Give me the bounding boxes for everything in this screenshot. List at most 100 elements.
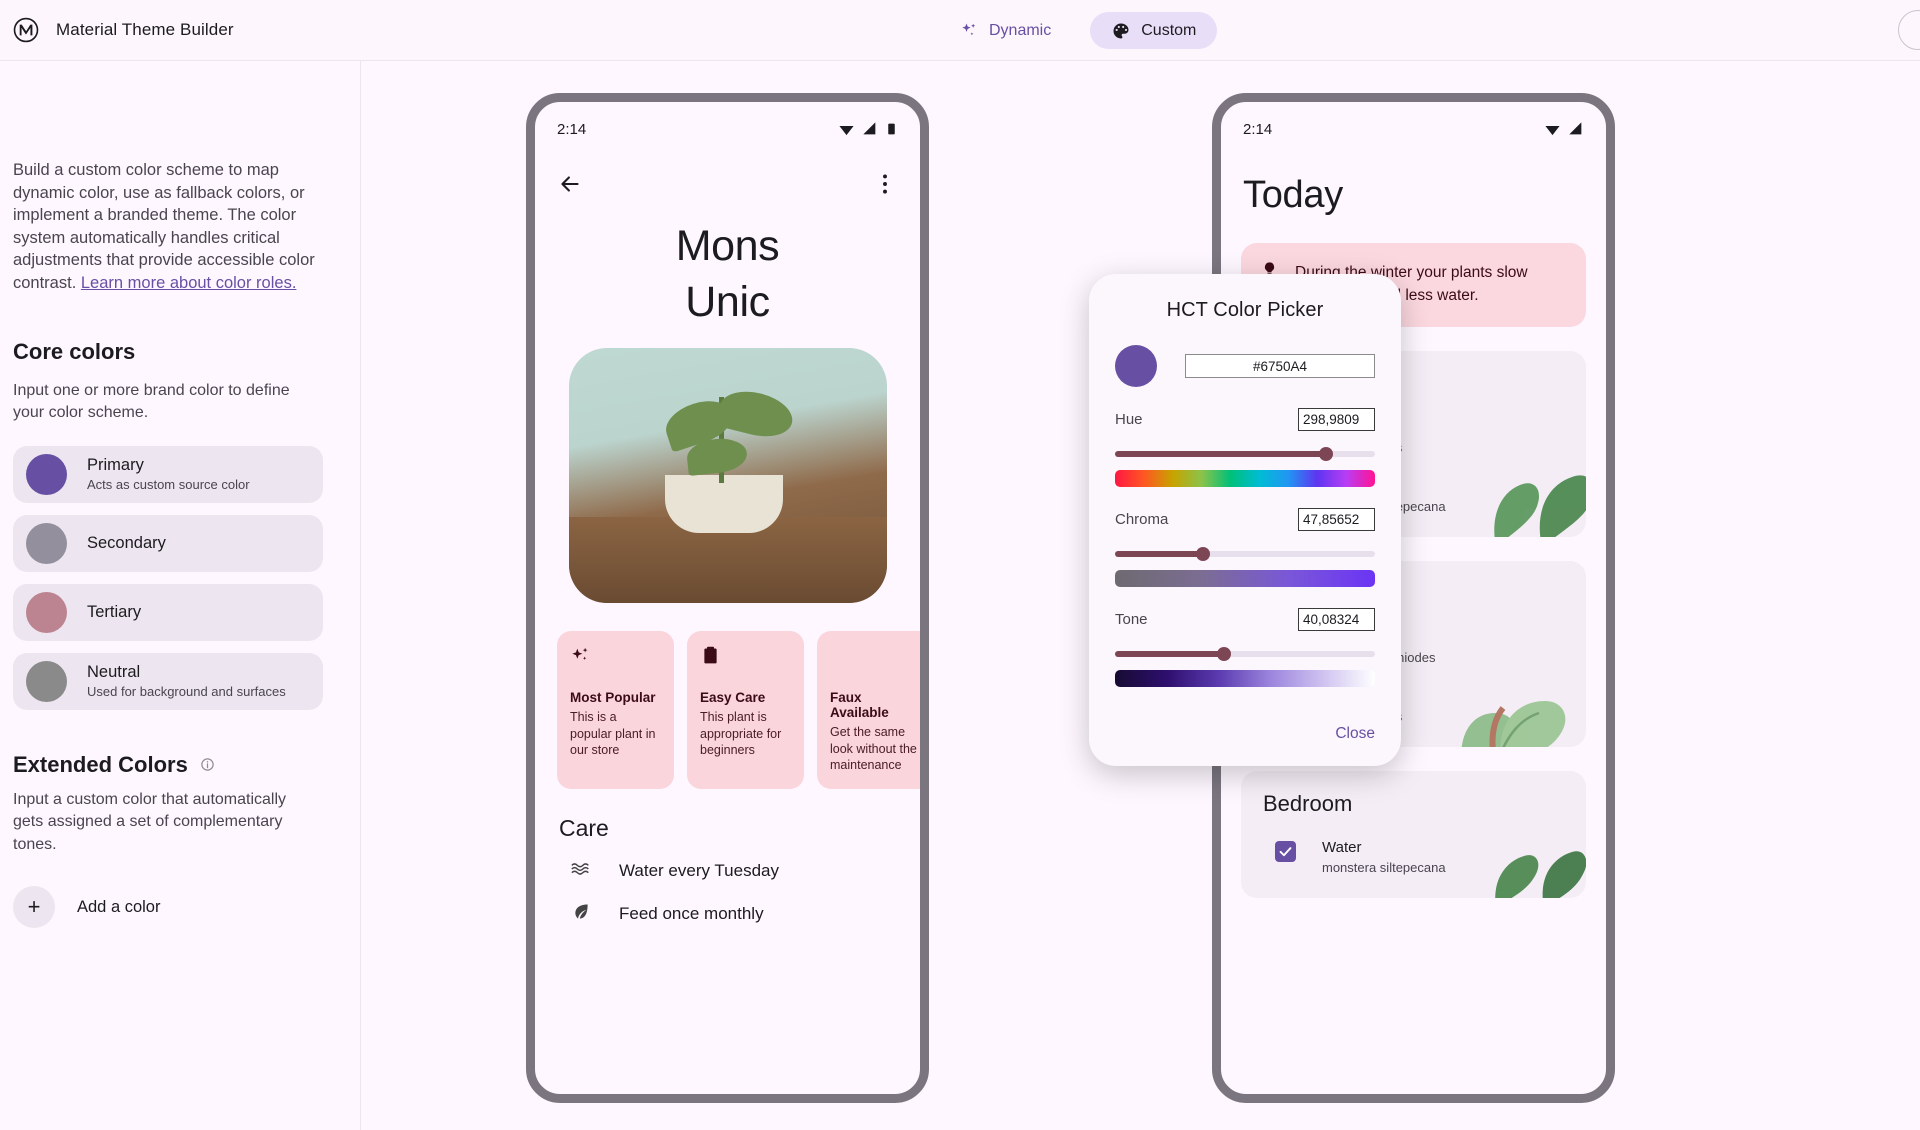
core-color-secondary[interactable]: Secondary <box>13 514 323 572</box>
sidebar-intro: Build a custom color scheme to map dynam… <box>13 159 323 295</box>
core-color-label: Secondary <box>87 533 166 552</box>
task-title: Water <box>1322 839 1362 856</box>
care-item-text: Water every Tuesday <box>619 861 779 880</box>
plant-pot <box>664 475 783 533</box>
wifi-icon <box>1545 125 1560 135</box>
material-logo-icon <box>13 17 39 43</box>
hue-input[interactable] <box>1298 408 1375 431</box>
info-icon[interactable] <box>200 757 215 772</box>
chroma-slider[interactable] <box>1115 544 1375 564</box>
feature-chip-desc: This is a popular plant in our store <box>570 710 656 757</box>
room-card-bedroom: Bedroom Water monstera siltepecana <box>1241 771 1586 898</box>
care-item: Feed once monthly <box>535 885 920 927</box>
signal-icon <box>863 122 876 135</box>
back-arrow-icon[interactable] <box>557 171 583 197</box>
core-color-tertiary[interactable]: Tertiary <box>13 583 323 641</box>
extended-colors-heading: Extended Colors <box>13 751 188 777</box>
care-heading: Care <box>559 814 609 841</box>
care-item: Water every Tuesday <box>535 842 920 885</box>
status-bar: 2:14 <box>535 102 920 156</box>
dialog-title: HCT Color Picker <box>1166 299 1324 321</box>
feature-chip-title: Most Popular <box>570 690 656 705</box>
chroma-field: Chroma <box>1115 508 1375 587</box>
wifi-icon <box>839 125 854 135</box>
clipboard-icon <box>700 645 791 669</box>
core-color-label: Tertiary <box>87 602 142 621</box>
palette-icon <box>1111 21 1131 41</box>
core-color-desc: Used for background and surfaces <box>87 683 286 699</box>
core-color-desc: Acts as custom source color <box>87 476 250 492</box>
add-a-color-button[interactable]: + Add a color <box>13 886 323 929</box>
core-color-label: Neutral <box>87 662 141 681</box>
more-vert-icon[interactable] <box>872 171 898 197</box>
feature-chip-desc: This plant is appropriate for beginners <box>700 710 782 757</box>
close-button[interactable]: Close <box>1335 725 1375 743</box>
plus-icon: + <box>13 886 55 929</box>
status-icons <box>1544 121 1584 138</box>
status-time: 2:14 <box>1243 120 1273 138</box>
hue-label: Hue <box>1115 411 1143 428</box>
hct-color-picker-dialog: HCT Color Picker Hue Chroma <box>1089 274 1401 766</box>
tab-dynamic[interactable]: Dynamic <box>955 12 1072 49</box>
core-colors-heading: Core colors <box>13 338 136 364</box>
waves-icon <box>569 858 593 885</box>
avatar[interactable] <box>1898 10 1920 50</box>
slider-knob[interactable] <box>1217 647 1232 661</box>
current-color-swatch <box>1115 345 1157 387</box>
plant-leaf <box>714 384 797 444</box>
sparkle-icon <box>959 21 979 41</box>
tab-custom[interactable]: Custom <box>1090 12 1218 49</box>
hex-input[interactable] <box>1185 354 1375 378</box>
plant-title-line1: Mons <box>675 222 780 270</box>
preview-canvas: 2:14 Mons Unic Most Popular This is a po… <box>361 61 1920 1130</box>
core-color-neutral[interactable]: Neutral Used for background and surfaces <box>13 652 323 710</box>
extended-colors-subtitle: Input a custom color that automatically … <box>13 790 287 853</box>
tab-custom-label: Custom <box>1141 21 1197 39</box>
plant-photo <box>568 348 887 603</box>
feature-chip[interactable]: Most Popular This is a popular plant in … <box>557 631 674 789</box>
tone-slider[interactable] <box>1115 644 1375 664</box>
core-colors-subtitle: Input one or more brand color to define … <box>13 381 290 421</box>
phone-preview-plant-detail: 2:14 Mons Unic Most Popular This is a po… <box>526 93 929 1103</box>
tone-field: Tone <box>1115 608 1375 687</box>
feature-chip[interactable]: Easy Care This plant is appropriate for … <box>687 631 804 789</box>
feature-chip-title: Faux Available <box>830 690 889 720</box>
plant-title-line2: Unic <box>685 278 770 326</box>
sidebar-intro-text: Build a custom color scheme to map dynam… <box>13 161 315 292</box>
plant-title: Mons Unic <box>535 212 920 330</box>
hex-row <box>1115 345 1375 387</box>
tone-label: Tone <box>1115 611 1148 628</box>
tone-field-head: Tone <box>1115 608 1375 631</box>
color-swatch[interactable] <box>26 660 67 702</box>
app-top-bar: Material Theme Builder Dynamic Custom <box>0 0 1920 61</box>
task-checkbox[interactable] <box>1275 841 1296 862</box>
theme-mode-switch: Dynamic Custom <box>955 12 1218 49</box>
add-a-color-label: Add a color <box>77 897 161 916</box>
core-colors-list: Primary Acts as custom source color Seco… <box>13 445 323 710</box>
tone-input[interactable] <box>1298 608 1375 631</box>
sparkles-icon <box>570 645 661 669</box>
feature-chip[interactable]: Faux Available Get the same look without… <box>817 631 920 789</box>
hue-field-head: Hue <box>1115 408 1375 431</box>
slider-fill <box>1115 451 1326 457</box>
color-roles-link[interactable]: Learn more about color roles. <box>81 274 297 292</box>
color-swatch[interactable] <box>26 591 67 633</box>
slider-fill <box>1115 651 1225 657</box>
slider-fill <box>1115 551 1204 557</box>
color-swatch[interactable] <box>26 453 67 495</box>
task-subtitle: monstera siltepecana <box>1322 860 1446 875</box>
battery-icon <box>888 123 895 135</box>
task-row[interactable]: Water monstera siltepecana <box>1263 839 1586 876</box>
feature-chips: Most Popular This is a popular plant in … <box>535 603 920 789</box>
app-title: Material Theme Builder <box>56 20 234 39</box>
color-swatch[interactable] <box>26 522 67 564</box>
leaf-icon <box>569 901 593 927</box>
hue-slider[interactable] <box>1115 444 1375 464</box>
core-color-primary[interactable]: Primary Acts as custom source color <box>13 445 323 503</box>
slider-knob[interactable] <box>1196 547 1211 561</box>
core-color-label: Primary <box>87 455 144 474</box>
slider-knob[interactable] <box>1318 447 1333 461</box>
tone-gradient-bar <box>1115 670 1375 687</box>
chroma-input[interactable] <box>1298 508 1375 531</box>
tab-dynamic-label: Dynamic <box>989 21 1052 39</box>
